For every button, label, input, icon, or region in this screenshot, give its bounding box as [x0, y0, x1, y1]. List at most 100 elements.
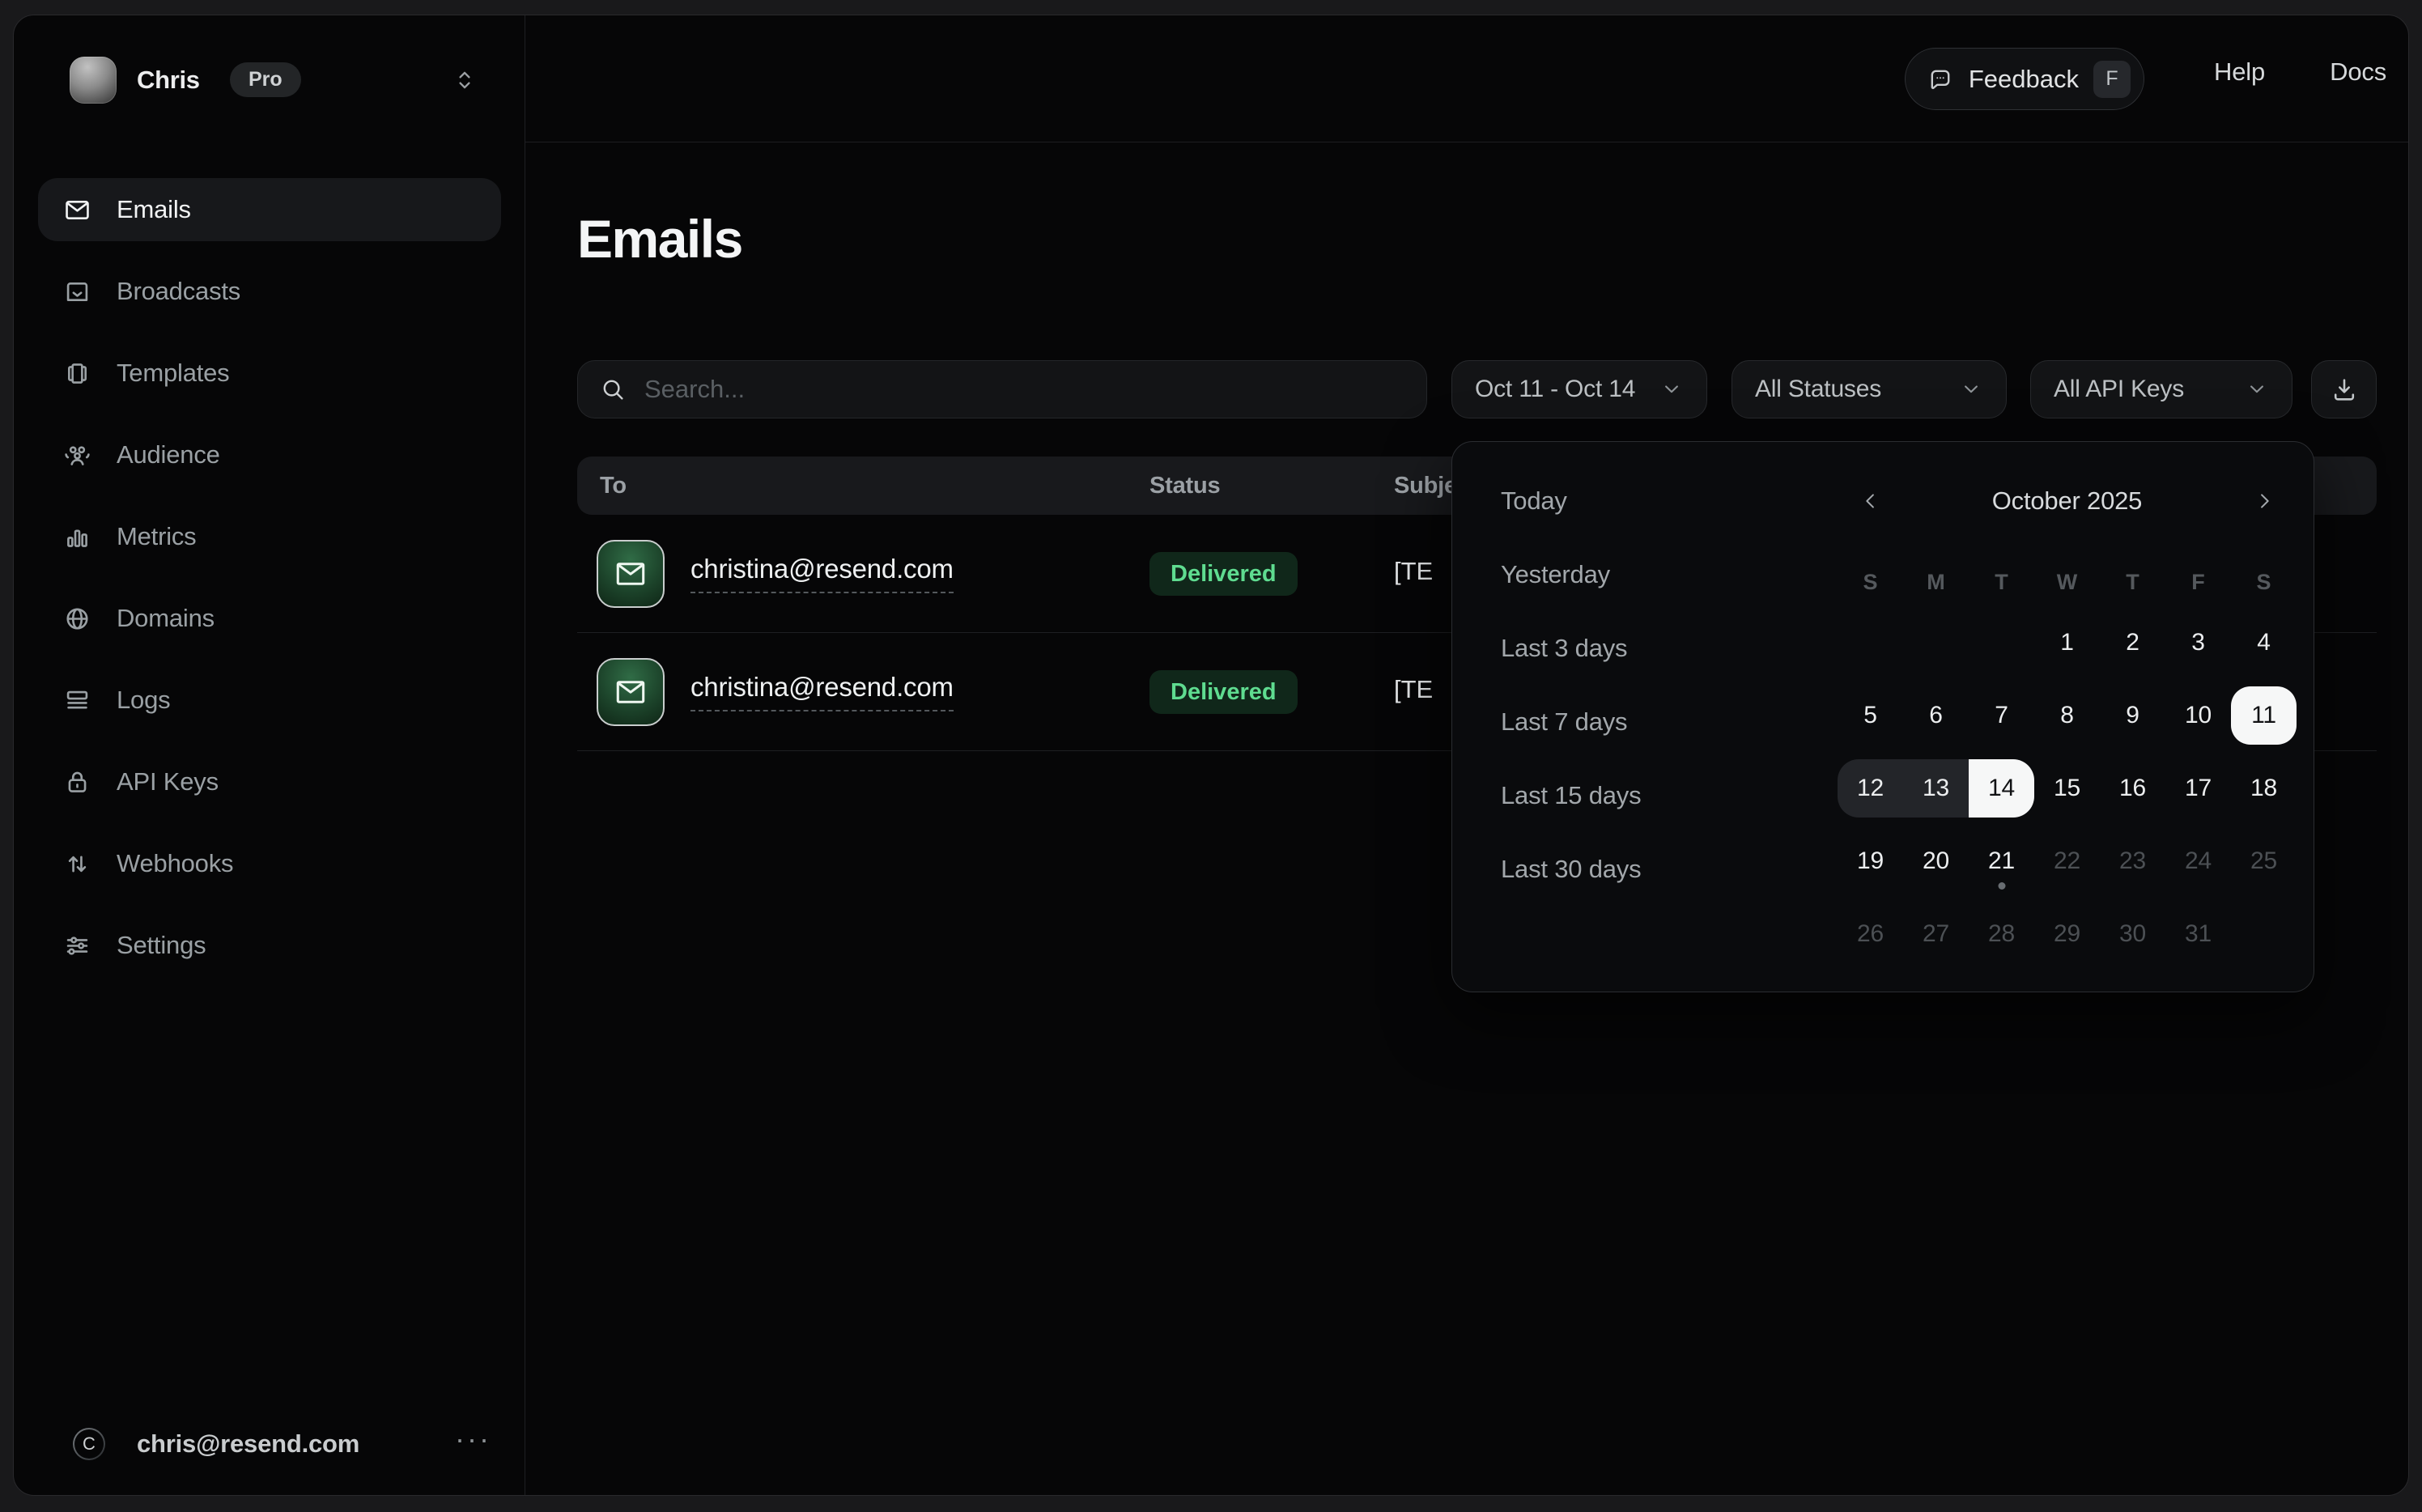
- calendar-day-25[interactable]: 25: [2231, 832, 2297, 890]
- feedback-button[interactable]: Feedback F: [1905, 48, 2144, 110]
- sidebar-item-api-keys[interactable]: API Keys: [38, 750, 501, 813]
- calendar-day-7[interactable]: 7: [1969, 686, 2034, 745]
- account-menu-button[interactable]: ···: [455, 1422, 491, 1456]
- weekday-label: T: [1969, 553, 2034, 611]
- calendar-day-6[interactable]: 6: [1903, 686, 1969, 745]
- calendar-day-14[interactable]: 14: [1969, 759, 2034, 818]
- calendar-day-1[interactable]: 1: [2034, 614, 2100, 672]
- calendar-day-22[interactable]: 22: [2034, 832, 2100, 890]
- email-subject: [TE: [1394, 675, 1433, 704]
- sidebar-item-webhooks[interactable]: Webhooks: [38, 832, 501, 895]
- emails-icon: [62, 195, 92, 225]
- calendar-day-21[interactable]: 21: [1969, 832, 2034, 890]
- preset-last-3-days[interactable]: Last 3 days: [1481, 619, 1660, 677]
- calendar-day-3[interactable]: 3: [2165, 614, 2231, 672]
- sidebar-item-emails[interactable]: Emails: [38, 178, 501, 241]
- user-name: Chris: [137, 66, 200, 95]
- sidebar: Chris Pro Emails Broadcasts Templates Au…: [14, 15, 525, 1495]
- status-filter-button[interactable]: All Statuses: [1732, 360, 2007, 418]
- api-key-filter-button[interactable]: All API Keys: [2030, 360, 2292, 418]
- calendar-day-8[interactable]: 8: [2034, 686, 2100, 745]
- sidebar-nav: Emails Broadcasts Templates Audience Met…: [38, 178, 501, 996]
- sidebar-item-metrics[interactable]: Metrics: [38, 505, 501, 568]
- weekday-label: T: [2100, 553, 2165, 611]
- user-avatar[interactable]: [70, 57, 117, 104]
- export-button[interactable]: [2311, 360, 2377, 418]
- status-badge: Delivered: [1149, 670, 1298, 714]
- calendar-day-20[interactable]: 20: [1903, 832, 1969, 890]
- calendar-day-28[interactable]: 28: [1969, 905, 2034, 963]
- month-label: October 2025: [1903, 486, 2231, 516]
- calendar-day-2[interactable]: 2: [2100, 614, 2165, 672]
- logs-icon: [62, 686, 92, 716]
- next-month-button[interactable]: [2231, 472, 2297, 530]
- calendar-day-12[interactable]: 12: [1838, 759, 1903, 818]
- docs-link[interactable]: Docs: [2330, 57, 2386, 87]
- calendar-day-26[interactable]: 26: [1838, 905, 1903, 963]
- recipient-email[interactable]: christina@resend.com: [690, 672, 954, 711]
- sidebar-item-settings[interactable]: Settings: [38, 914, 501, 977]
- calendar-day-31[interactable]: 31: [2165, 905, 2231, 963]
- weekday-label: F: [2165, 553, 2231, 611]
- preset-last-15-days[interactable]: Last 15 days: [1481, 767, 1660, 825]
- sidebar-item-label: Metrics: [117, 522, 197, 551]
- column-header-status: Status: [1149, 457, 1220, 515]
- audience-icon: [62, 440, 92, 470]
- recipient-email[interactable]: christina@resend.com: [690, 554, 954, 593]
- sidebar-item-label: Broadcasts: [117, 277, 240, 306]
- api-keys-icon: [62, 767, 92, 797]
- calendar-day-16[interactable]: 16: [2100, 759, 2165, 818]
- preset-today[interactable]: Today: [1481, 472, 1660, 530]
- calendar-day-19[interactable]: 19: [1838, 832, 1903, 890]
- calendar-day-29[interactable]: 29: [2034, 905, 2100, 963]
- calendar-day-blank: [2231, 905, 2297, 963]
- calendar-day-17[interactable]: 17: [2165, 759, 2231, 818]
- email-envelope-icon: [597, 658, 665, 726]
- help-link[interactable]: Help: [2214, 57, 2265, 87]
- sidebar-item-label: Templates: [117, 359, 230, 388]
- calendar-day-10[interactable]: 10: [2165, 686, 2231, 745]
- date-presets: Today Yesterday Last 3 days Last 7 days Last…: [1481, 472, 1660, 898]
- preset-last-7-days[interactable]: Last 7 days: [1481, 693, 1660, 751]
- calendar-day-18[interactable]: 18: [2231, 759, 2297, 818]
- calendar-day-9[interactable]: 9: [2100, 686, 2165, 745]
- search-input[interactable]: [644, 375, 1405, 404]
- calendar-week: 19202122232425: [1838, 832, 2297, 890]
- sidebar-item-templates[interactable]: Templates: [38, 342, 501, 405]
- sidebar-item-audience[interactable]: Audience: [38, 423, 501, 486]
- calendar-day-15[interactable]: 15: [2034, 759, 2100, 818]
- sidebar-item-domains[interactable]: Domains: [38, 587, 501, 650]
- sidebar-item-label: Emails: [117, 195, 191, 224]
- calendar-day-11[interactable]: 11: [2231, 686, 2297, 745]
- preset-yesterday[interactable]: Yesterday: [1481, 546, 1660, 604]
- column-header-to: To: [600, 457, 627, 515]
- prev-month-button[interactable]: [1838, 472, 1903, 530]
- calendar-day-24[interactable]: 24: [2165, 832, 2231, 890]
- sidebar-item-label: Domains: [117, 604, 215, 633]
- sidebar-item-label: Webhooks: [117, 849, 233, 878]
- calendar-week: 567891011: [1838, 686, 2297, 745]
- topbar: Feedback F Help Docs: [525, 15, 2408, 142]
- workspace-switcher-icon[interactable]: [451, 66, 478, 94]
- calendar-day-23[interactable]: 23: [2100, 832, 2165, 890]
- weekday-label: S: [1838, 553, 1903, 611]
- calendar-week: 1234: [1838, 614, 2297, 672]
- chevron-down-icon: [2245, 377, 2269, 401]
- calendar-day-13[interactable]: 13: [1903, 759, 1969, 818]
- account-avatar[interactable]: C: [73, 1428, 105, 1460]
- status-badge: Delivered: [1149, 552, 1298, 596]
- calendar-day-27[interactable]: 27: [1903, 905, 1969, 963]
- preset-last-30-days[interactable]: Last 30 days: [1481, 840, 1660, 898]
- feedback-label: Feedback: [1969, 65, 2079, 94]
- calendar-day-5[interactable]: 5: [1838, 686, 1903, 745]
- templates-icon: [62, 359, 92, 389]
- date-range-filter-button[interactable]: Oct 11 - Oct 14: [1451, 360, 1707, 418]
- calendar-day-4[interactable]: 4: [2231, 614, 2297, 672]
- page-title: Emails: [577, 208, 742, 270]
- sidebar-item-broadcasts[interactable]: Broadcasts: [38, 260, 501, 323]
- sidebar-item-logs[interactable]: Logs: [38, 669, 501, 732]
- calendar-day-30[interactable]: 30: [2100, 905, 2165, 963]
- search-icon: [599, 376, 627, 403]
- sidebar-item-label: Audience: [117, 440, 220, 469]
- sidebar-item-label: Settings: [117, 931, 206, 960]
